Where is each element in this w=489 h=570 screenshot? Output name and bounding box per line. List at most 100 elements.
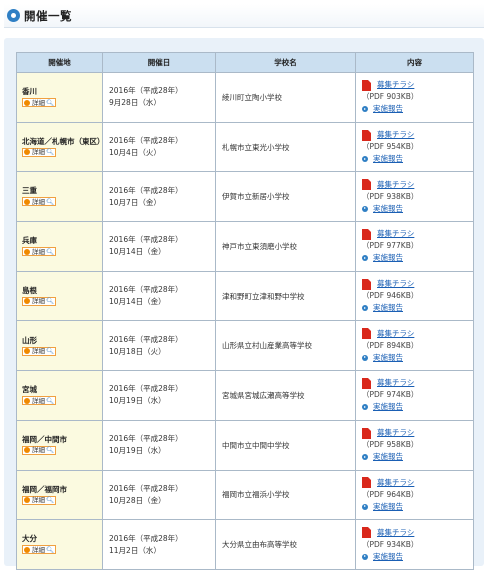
table-row: 島根 詳細 🔍︎ 2016年（平成28年） 10月14日（金） 津和野町立津和野… [16,270,474,322]
detail-button[interactable]: 詳細 🔍︎ [22,346,57,356]
date-year: 2016年（平成28年） [109,235,183,245]
venue-name: 宮城 [22,385,37,395]
detail-icon [24,149,30,156]
arrow-bullet-icon [362,305,368,312]
detail-icon [24,348,30,355]
flyer-link[interactable]: 募集チラシ [377,228,414,240]
school-cell: 大分県立由布高等学校 [215,519,356,570]
pdf-icon [362,129,371,141]
pdf-icon [362,477,371,489]
report-link[interactable]: 実施報告 [373,153,403,165]
date-day: 10月14日（金） [109,247,166,257]
venue-cell: 兵庫 詳細 🔍︎ [16,221,103,272]
report-line: 実施報告 [362,551,473,563]
content-cell: 募集チラシ （PDF 938KB） 実施報告 [355,171,474,223]
detail-label: 詳細 [32,496,45,505]
report-link[interactable]: 実施報告 [373,352,403,364]
pdf-size: （PDF 938KB） [362,191,419,201]
flyer-link[interactable]: 募集チラシ [377,79,414,91]
pdf-size: （PDF 946KB） [362,291,419,301]
date-cell: 2016年（平成28年） 10月19日（水） [102,419,216,471]
detail-button[interactable]: 詳細 🔍︎ [22,147,57,157]
table-row: 山形 詳細 🔍︎ 2016年（平成28年） 10月18日（火） 山形県立村山産業… [16,320,474,372]
page-title-bar: 開催一覧 [4,4,484,28]
table-row: 大分 詳細 🔍︎ 2016年（平成28年） 11月2日（水） 大分県立由布高等学… [16,519,474,570]
flyer-line: 募集チラシ [362,228,473,240]
flyer-link[interactable]: 募集チラシ [377,179,414,191]
table-row: 三重 詳細 🔍︎ 2016年（平成28年） 10月7日（金） 伊賀市立新居小学校… [16,171,474,223]
column-header-date: 開催日 [102,52,216,73]
report-link[interactable]: 実施報告 [373,451,403,463]
flyer-link[interactable]: 募集チラシ [377,527,414,539]
date-cell: 2016年（平成28年） 10月18日（火） [102,320,216,372]
school-cell: 伊賀市立新居小学校 [215,171,356,223]
content-cell: 募集チラシ （PDF 974KB） 実施報告 [355,370,474,421]
venue-name: 兵庫 [22,236,37,246]
flyer-link[interactable]: 募集チラシ [377,328,414,340]
flyer-line: 募集チラシ [362,79,473,91]
date-day: 9月28日（水） [109,98,161,108]
report-link[interactable]: 実施報告 [373,401,403,413]
school-cell: 札幌市立東光小学校 [215,121,356,173]
report-link[interactable]: 実施報告 [373,551,403,563]
flyer-line: 募集チラシ [362,129,473,141]
date-day: 10月7日（金） [109,197,161,207]
table-header-row: 開催地 開催日 学校名 内容 [16,52,474,73]
detail-button[interactable]: 詳細 🔍︎ [22,98,57,108]
detail-button[interactable]: 詳細 🔍︎ [22,495,57,505]
report-link[interactable]: 実施報告 [373,252,403,264]
flyer-link[interactable]: 募集チラシ [377,129,414,141]
date-year: 2016年（平成28年） [109,334,183,344]
magnifier-icon: 🔍︎ [46,545,55,554]
flyer-link[interactable]: 募集チラシ [377,278,414,290]
report-link[interactable]: 実施報告 [373,103,403,115]
content-cell: 募集チラシ （PDF 977KB） 実施報告 [355,221,474,272]
detail-label: 詳細 [32,247,45,256]
detail-button[interactable]: 詳細 🔍︎ [22,247,57,257]
flyer-line: 募集チラシ [362,278,473,290]
flyer-link[interactable]: 募集チラシ [377,427,414,439]
table-row: 宮城 詳細 🔍︎ 2016年（平成28年） 10月19日（水） 宮城県宮城広瀬高… [16,370,474,421]
arrow-bullet-icon [362,404,368,411]
column-header-venue: 開催地 [16,52,103,73]
date-cell: 2016年（平成28年） 10月28日（金） [102,469,216,521]
magnifier-icon: 🔍︎ [46,347,55,356]
detail-button[interactable]: 詳細 🔍︎ [22,296,57,306]
school-cell: 福岡市立福浜小学校 [215,469,356,521]
venue-cell: 香川 詳細 🔍︎ [16,72,103,123]
detail-label: 詳細 [32,347,45,356]
detail-button[interactable]: 詳細 🔍︎ [22,396,57,406]
date-cell: 2016年（平成28年） 10月19日（水） [102,370,216,421]
detail-icon [24,497,30,504]
schedule-table: 開催地 開催日 学校名 内容 香川 詳細 🔍︎ 2016年（平成28年） 9月2… [16,52,474,570]
report-link[interactable]: 実施報告 [373,302,403,314]
detail-button[interactable]: 詳細 🔍︎ [22,197,57,207]
date-year: 2016年（平成28年） [109,434,183,444]
detail-label: 詳細 [32,545,45,554]
flyer-link[interactable]: 募集チラシ [377,477,414,489]
arrow-bullet-icon [362,553,368,560]
detail-icon [24,397,30,404]
table-row: 北海道／札幌市（東区） 詳細 🔍︎ 2016年（平成28年） 10月4日（火） … [16,121,474,173]
school-cell: 綾川町立陶小学校 [215,72,356,123]
table-row: 香川 詳細 🔍︎ 2016年（平成28年） 9月28日（水） 綾川町立陶小学校 … [16,72,474,123]
date-cell: 2016年（平成28年） 10月7日（金） [102,171,216,223]
venue-name: 島根 [22,285,37,295]
venue-cell: 宮城 詳細 🔍︎ [16,370,103,421]
content-cell: 募集チラシ （PDF 946KB） 実施報告 [355,270,474,322]
detail-button[interactable]: 詳細 🔍︎ [22,445,57,455]
report-link[interactable]: 実施報告 [373,501,403,513]
content-cell: 募集チラシ （PDF 894KB） 実施報告 [355,320,474,372]
date-day: 10月19日（水） [109,396,166,406]
school-cell: 宮城県宮城広瀬高等学校 [215,370,356,421]
report-line: 実施報告 [362,103,473,115]
detail-button[interactable]: 詳細 🔍︎ [22,545,57,555]
pdf-size: （PDF 894KB） [362,340,419,350]
flyer-link[interactable]: 募集チラシ [377,377,414,389]
report-link[interactable]: 実施報告 [373,203,403,215]
arrow-bullet-icon [362,503,368,510]
column-header-school: 学校名 [215,52,356,73]
venue-cell: 島根 詳細 🔍︎ [16,270,103,322]
pdf-icon [362,527,371,539]
venue-cell: 山形 詳細 🔍︎ [16,320,103,372]
